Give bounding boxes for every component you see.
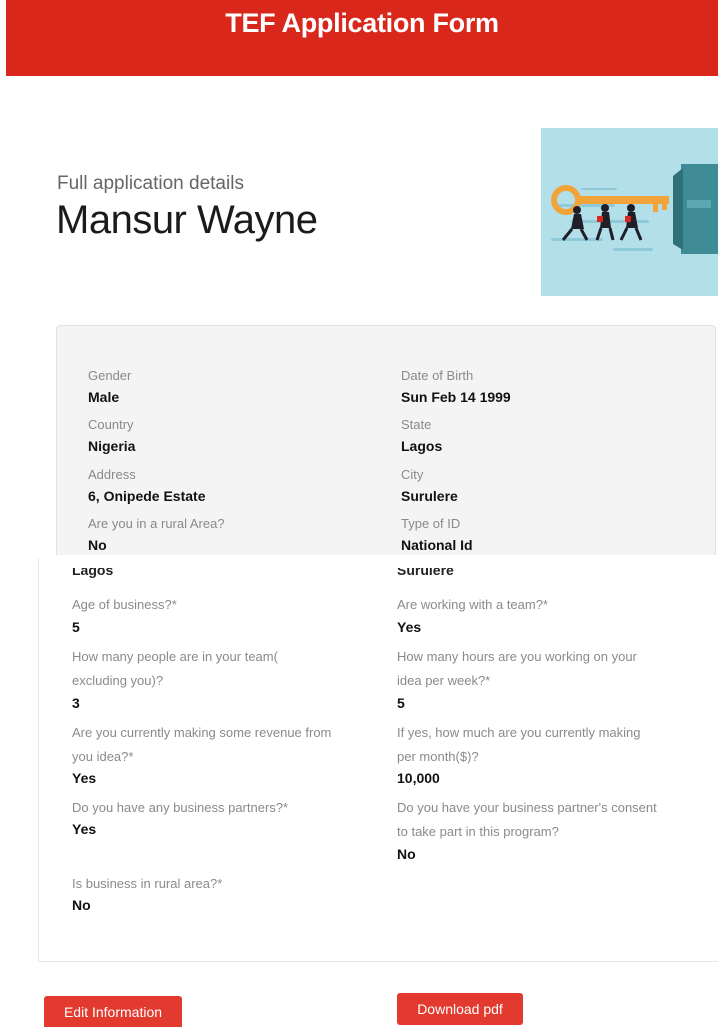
clipped-state-value: Lagos (72, 568, 114, 578)
business-age-label: Age of business?* (72, 597, 177, 612)
address-value: 6, Onipede Estate (88, 488, 206, 504)
rural-value: No (88, 537, 107, 553)
business-age-value: 5 (72, 619, 80, 635)
rural-label: Are you in a rural Area? (88, 516, 225, 531)
team-label: Are working with a team?* (397, 597, 549, 612)
partners-value: Yes (72, 821, 97, 837)
team-size-label-line2: excluding you)? (72, 673, 164, 688)
dob-label: Date of Birth (401, 368, 474, 383)
revenue-amount-label-line1: If yes, how much are you currently makin… (397, 725, 641, 740)
address-label: Address (88, 467, 136, 482)
partners-label: Do you have any business partners?* (72, 800, 289, 815)
clipped-city-value: Surulere (397, 568, 454, 578)
revenue-label-line2: you idea?* (72, 749, 134, 764)
state-value: Lagos (401, 438, 443, 454)
download-pdf-button[interactable]: Download pdf (397, 993, 523, 1025)
country-label: Country (88, 417, 134, 432)
gender-value: Male (88, 389, 120, 405)
revenue-amount-value: 10,000 (397, 770, 440, 786)
key-illustration (541, 128, 718, 296)
consent-value: No (397, 846, 416, 862)
id-type-value: National Id (401, 537, 473, 553)
dob-value: Sun Feb 14 1999 (401, 389, 511, 405)
applicant-name: Mansur Wayne (56, 198, 318, 242)
revenue-value: Yes (72, 770, 97, 786)
revenue-amount-label-line2: per month($)? (397, 749, 479, 764)
hours-label-line2: idea per week?* (397, 673, 491, 688)
consent-label-line2: to take part in this program? (397, 824, 559, 839)
hours-value: 5 (397, 695, 405, 711)
team-size-value: 3 (72, 695, 80, 711)
city-value: Surulere (401, 488, 458, 504)
app-title: TEF Application Form (225, 8, 499, 38)
team-value: Yes (397, 619, 422, 635)
edit-information-button[interactable]: Edit Information (44, 996, 182, 1027)
rural-business-label: Is business in rural area?* (72, 876, 223, 891)
gender-label: Gender (88, 368, 132, 383)
hours-label-line1: How many hours are you working on your (397, 649, 637, 664)
consent-label-line1: Do you have your business partner's cons… (397, 800, 657, 815)
rural-business-value: No (72, 897, 91, 913)
id-type-label: Type of ID (401, 516, 461, 531)
page-subtitle: Full application details (57, 173, 244, 194)
state-label: State (401, 417, 432, 432)
app-header: TEF Application Form (6, 0, 718, 76)
revenue-label-line1: Are you currently making some revenue fr… (72, 725, 332, 740)
business-details-card (38, 558, 718, 962)
country-value: Nigeria (88, 438, 136, 454)
team-size-label-line1: How many people are in your team( (72, 649, 278, 664)
city-label: City (401, 467, 424, 482)
